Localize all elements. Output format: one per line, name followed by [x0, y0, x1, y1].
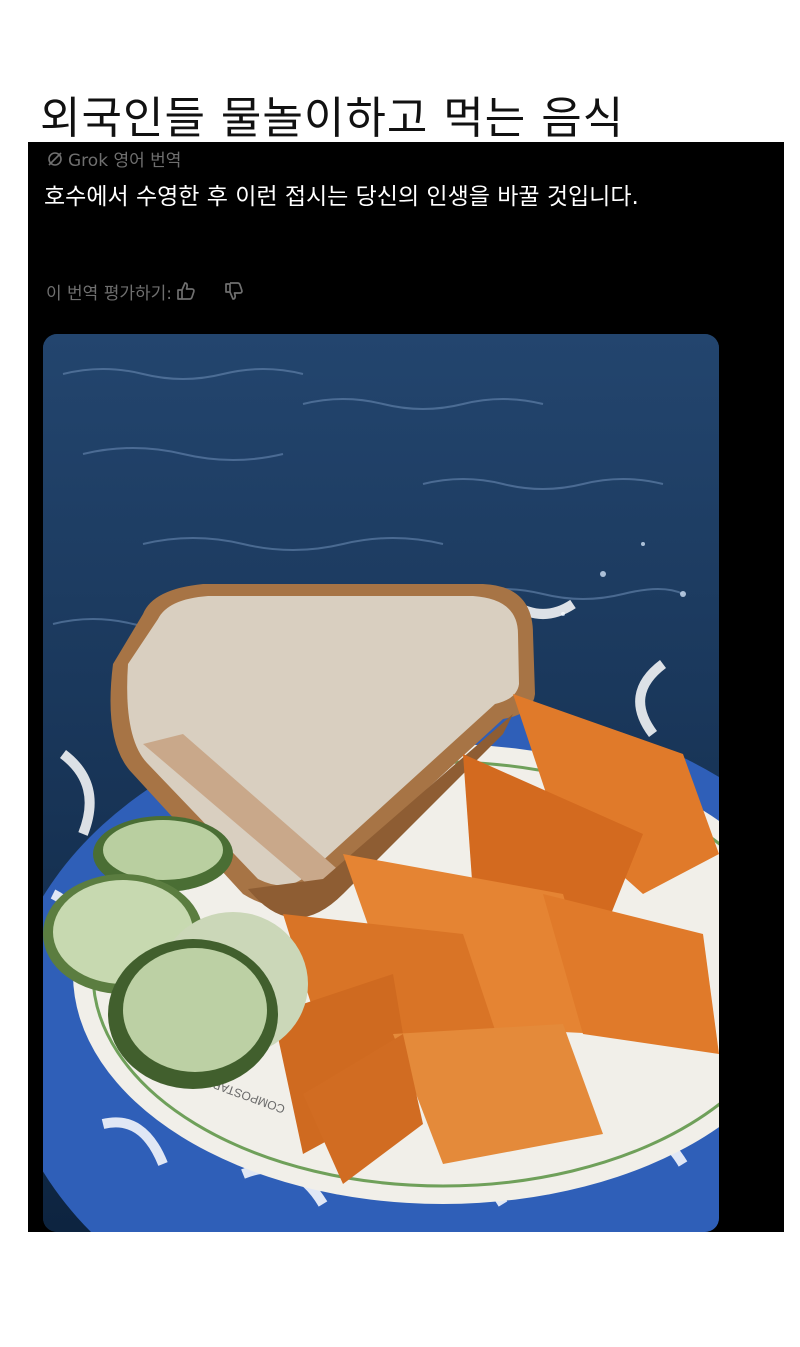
- rate-translation: 이 번역 평가하기:: [46, 278, 248, 304]
- translated-text: 호수에서 수영한 후 이런 접시는 당신의 인생을 바꿀 것입니다.: [44, 184, 639, 210]
- thumbs-down-icon: [225, 282, 243, 300]
- thumbs-up-icon: [177, 282, 195, 300]
- thumbs-down-button[interactable]: [220, 278, 248, 304]
- post-card: Grok 영어 번역 호수에서 수영한 후 이런 접시는 당신의 인생을 바꿀 …: [28, 142, 784, 1232]
- grok-icon: [46, 150, 64, 168]
- translation-label: Grok 영어 번역: [68, 151, 182, 171]
- post-photo[interactable]: COMPOSTABLE: [43, 334, 719, 1232]
- thumbs-up-button[interactable]: [172, 278, 200, 304]
- rate-label: 이 번역 평가하기:: [46, 283, 173, 304]
- headline: 외국인들 물놀이하고 먹는 음식: [40, 93, 625, 144]
- translation-source: Grok 영어 번역: [46, 146, 181, 171]
